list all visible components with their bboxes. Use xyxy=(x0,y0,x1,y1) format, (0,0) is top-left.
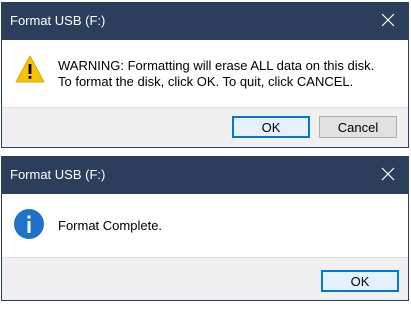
dialog-body: Format Complete. xyxy=(2,194,408,258)
cancel-button[interactable]: Cancel xyxy=(319,116,397,138)
format-complete-dialog: Format USB (F:) Format Complete. OK xyxy=(1,156,409,301)
button-bar: OK xyxy=(2,257,408,300)
button-bar: OK Cancel xyxy=(2,107,408,147)
message-line: WARNING: Formatting will erase ALL data … xyxy=(58,58,375,73)
format-warning-dialog: Format USB (F:) WARNING: Formatting will… xyxy=(1,2,409,148)
titlebar[interactable]: Format USB (F:) xyxy=(2,157,408,194)
message-line: To format the disk, click OK. To quit, c… xyxy=(58,74,354,89)
warning-icon xyxy=(14,54,46,89)
info-message: Format Complete. xyxy=(58,218,163,233)
close-icon[interactable] xyxy=(378,10,398,30)
warning-message: WARNING: Formatting will erase ALL data … xyxy=(58,58,374,90)
ok-button[interactable]: OK xyxy=(321,270,399,292)
info-icon xyxy=(13,208,45,245)
dialog-body: WARNING: Formatting will erase ALL data … xyxy=(2,40,408,109)
dialog-title: Format USB (F:) xyxy=(10,13,106,28)
dialog-title: Format USB (F:) xyxy=(10,167,106,182)
ok-button[interactable]: OK xyxy=(232,116,310,138)
titlebar[interactable]: Format USB (F:) xyxy=(2,3,408,40)
close-icon[interactable] xyxy=(378,164,398,184)
